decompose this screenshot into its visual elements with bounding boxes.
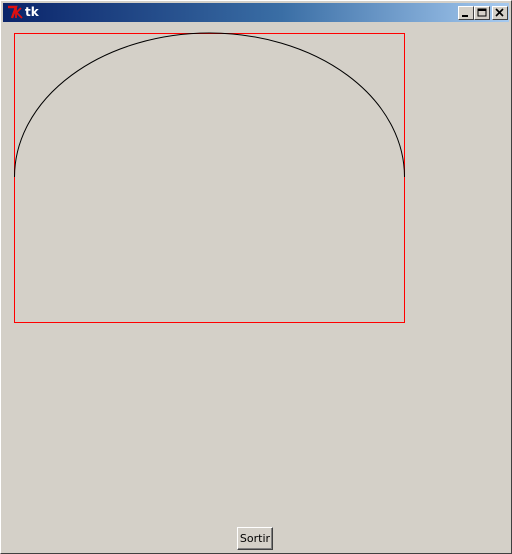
quit-button[interactable]: Sortir <box>237 527 273 550</box>
bounding-rectangle <box>14 33 405 323</box>
half-ellipse-arc <box>14 32 405 178</box>
drawing-canvas <box>14 32 405 323</box>
